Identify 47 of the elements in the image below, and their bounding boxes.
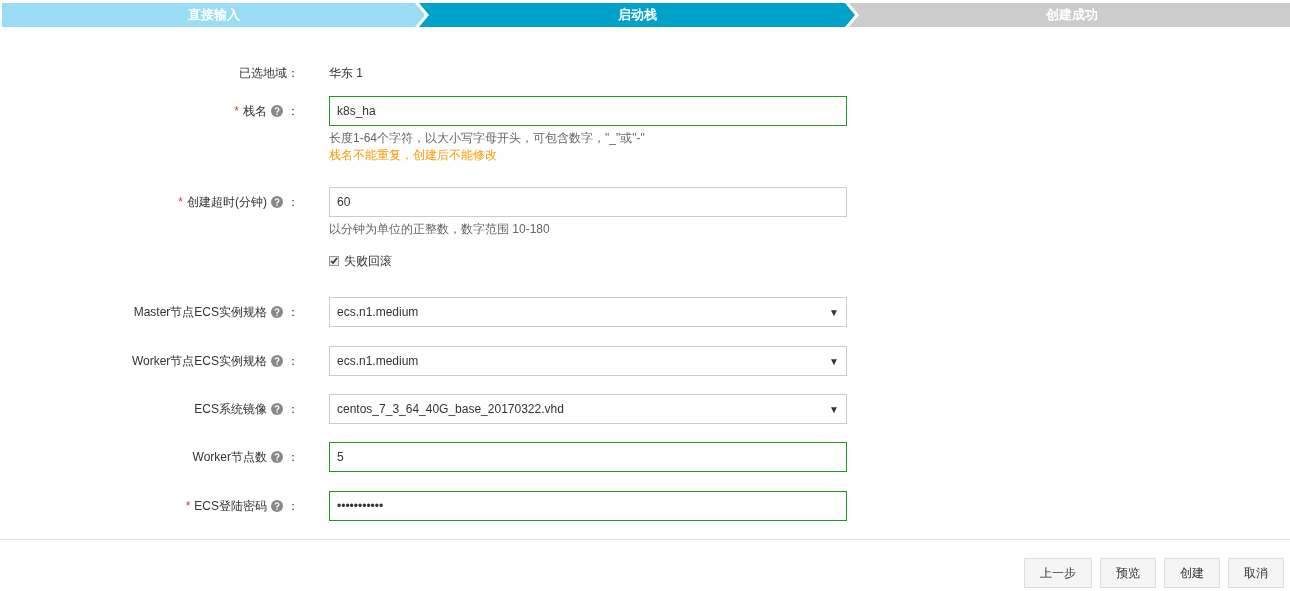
- caret-icon: ▼: [829, 353, 839, 369]
- field-label: ECS系统镜像: [194, 401, 267, 418]
- help-icon[interactable]: [271, 196, 283, 208]
- colon-label: ：: [287, 401, 299, 418]
- help-icon[interactable]: [271, 500, 283, 512]
- field-label: 栈名: [243, 103, 267, 120]
- hint-text: 长度1-64个字符，以大小写字母开头，可包含数字，"_"或"-": [329, 130, 646, 147]
- caret-icon: ▼: [829, 401, 839, 417]
- colon-label: ：: [287, 194, 299, 211]
- hint-text: 栈名不能重复，创建后不能修改: [329, 147, 498, 164]
- help-icon[interactable]: [271, 451, 283, 463]
- password-field[interactable]: •••••••••••: [329, 491, 847, 521]
- action-button[interactable]: 预览: [1100, 558, 1156, 588]
- help-icon[interactable]: [271, 105, 283, 117]
- select-field[interactable]: ecs.n1.medium ▼: [329, 297, 847, 327]
- field-label: Worker节点数: [192, 449, 267, 466]
- action-button[interactable]: 上一步: [1024, 558, 1092, 588]
- action-button[interactable]: 创建: [1164, 558, 1220, 588]
- colon-label: ：: [287, 103, 299, 120]
- help-icon[interactable]: [271, 403, 283, 415]
- colon-label: ：: [287, 304, 299, 321]
- field-label: 已选地域：: [239, 65, 299, 82]
- field-label: 创建超时(分钟): [187, 194, 267, 211]
- colon-label: ：: [287, 498, 299, 515]
- region-value: 华东 1: [329, 65, 363, 82]
- hint-text: 以分钟为单位的正整数，数字范围 10-180: [329, 221, 551, 238]
- help-icon[interactable]: [271, 355, 283, 367]
- action-button[interactable]: 取消: [1228, 558, 1284, 588]
- required-asterisk: *: [234, 103, 239, 120]
- select-field[interactable]: ecs.n1.medium ▼: [329, 346, 847, 376]
- input-field[interactable]: 60: [329, 187, 847, 217]
- field-label: ECS登陆密码: [194, 498, 267, 515]
- input-field[interactable]: k8s_ha: [329, 96, 847, 126]
- help-icon[interactable]: [271, 306, 283, 318]
- colon-label: ：: [287, 449, 299, 466]
- field-label: Master节点ECS实例规格: [133, 304, 267, 321]
- colon-label: ：: [287, 353, 299, 370]
- wizard-step: 启动栈: [419, 3, 855, 27]
- field-label: Worker节点ECS实例规格: [131, 353, 267, 370]
- select-field[interactable]: centos_7_3_64_40G_base_20170322.vhd ▼: [329, 394, 847, 424]
- caret-icon: ▼: [829, 304, 839, 320]
- rollback-checkbox[interactable]: 失败回滚: [329, 251, 392, 271]
- checkbox-icon[interactable]: [329, 256, 339, 266]
- wizard-step: 直接输入: [2, 3, 425, 27]
- required-asterisk: *: [178, 194, 183, 211]
- required-asterisk: *: [185, 498, 191, 515]
- input-field[interactable]: 5: [329, 442, 847, 472]
